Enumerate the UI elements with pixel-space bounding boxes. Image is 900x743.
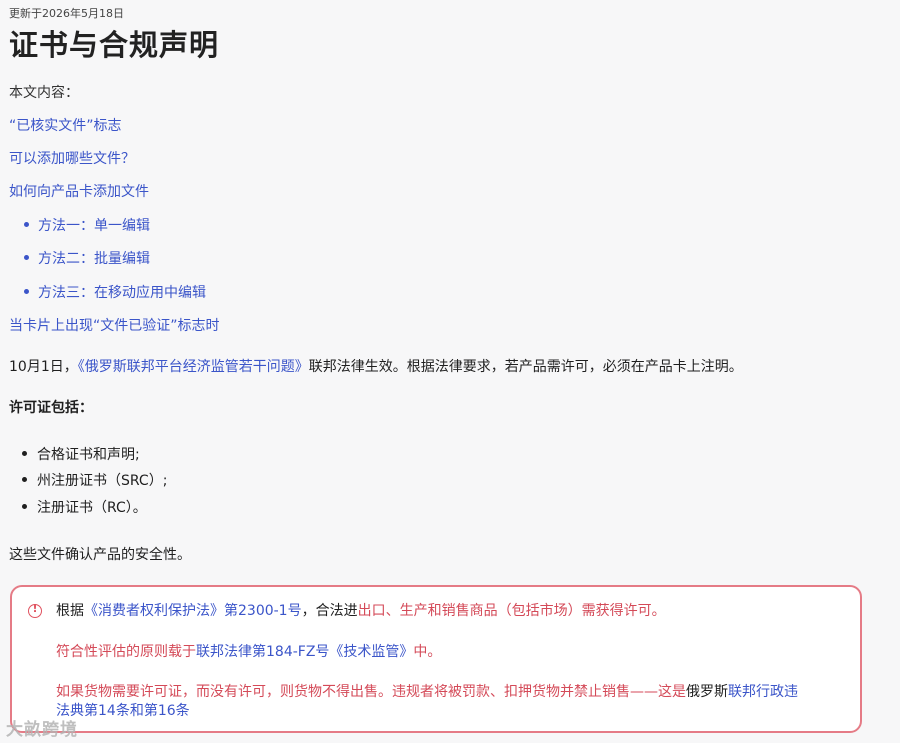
toc-link-verified-badge[interactable]: “已核实文件”标志 <box>9 115 122 135</box>
bullet-dot <box>22 503 27 509</box>
toc-sub-method-1[interactable]: 方法一：单一编辑 <box>24 215 150 235</box>
warning-notice: 根据《消费者权利保护法》第2300-1号，合法进出口、生产和销售商品（包括市场）… <box>10 585 862 733</box>
toc-sub-label: 方法三：在移动应用中编辑 <box>38 285 206 301</box>
toc-heading: 本文内容： <box>9 85 79 101</box>
bullet-dot <box>24 221 29 227</box>
license-label: 州注册证书（SRC）; <box>37 473 168 489</box>
notice-text: 俄罗斯 <box>686 684 728 700</box>
intro-suffix: 联邦法律生效。根据法律要求，若产品需许可，必须在产品卡上注明。 <box>308 359 743 375</box>
page: 更新于2026年5月18日 证书与合规声明 本文内容： “已核实文件”标志 可以… <box>0 0 900 743</box>
toc-sub-method-2[interactable]: 方法二：批量编辑 <box>24 248 150 268</box>
notice-line-2: 符合性评估的原则载于联邦法律第184-FZ号《技术监管》中。 <box>56 643 441 662</box>
safety-note: 这些文件确认产品的安全性。 <box>9 547 191 563</box>
toc-link-verified-appears[interactable]: 当卡片上出现“文件已验证”标志时 <box>9 315 220 335</box>
notice-text: 中。 <box>413 644 442 660</box>
watermark-logo: 大畝跨境 <box>6 720 78 740</box>
consumer-law-link[interactable]: 《消费者权利保护法》第2300-1号 <box>84 603 302 619</box>
warning-icon <box>28 602 42 618</box>
notice-text: 出口、生产和销售商品（包括市场）需获得许可。 <box>357 603 666 619</box>
intro-law-link[interactable]: 《俄罗斯联邦平台经济监管若干问题》 <box>78 359 309 375</box>
notice-text: 如果货物需要许可证，而没有许可，则货物不得出售。违规者将被罚款、扣押货物并禁止销… <box>56 684 686 700</box>
bullet-dot <box>24 288 29 294</box>
toc-link-how-to-add[interactable]: 如何向产品卡添加文件 <box>9 181 149 201</box>
notice-line-3: 如果货物需要许可证，而没有许可，则货物不得出售。违规者将被罚款、扣押货物并禁止销… <box>56 683 846 721</box>
toc-sub-label: 方法二：批量编辑 <box>38 251 150 267</box>
intro-paragraph: 10月1日，《俄罗斯联邦平台经济监管若干问题》联邦法律生效。根据法律要求，若产品… <box>9 356 743 376</box>
bullet-dot <box>24 254 29 260</box>
intro-prefix: 10月1日， <box>9 359 78 375</box>
notice-text: 符合性评估的原则载于 <box>56 644 196 660</box>
tech-regulation-link[interactable]: 联邦法律第184-FZ号《技术监管》 <box>196 644 413 660</box>
notice-text: 根据 <box>56 603 84 619</box>
licenses-heading: 许可证包括： <box>9 400 93 416</box>
license-label: 注册证书（RC）。 <box>37 500 147 516</box>
notice-text: ，合法进 <box>301 603 358 619</box>
page-title: 证书与合规声明 <box>9 28 220 62</box>
toc-sub-method-3[interactable]: 方法三：在移动应用中编辑 <box>24 282 206 302</box>
license-item: 州注册证书（SRC）; <box>22 470 167 490</box>
admin-code-link[interactable]: 联邦行政违 <box>728 684 798 700</box>
notice-line-1: 根据《消费者权利保护法》第2300-1号，合法进出口、生产和销售商品（包括市场）… <box>56 602 666 621</box>
license-item: 注册证书（RC）。 <box>22 497 147 517</box>
updated-date: 更新于2026年5月18日 <box>9 7 124 20</box>
license-label: 合格证书和声明; <box>37 447 140 463</box>
bullet-dot <box>22 476 27 482</box>
license-item: 合格证书和声明; <box>22 444 140 464</box>
toc-sub-label: 方法一：单一编辑 <box>38 218 150 234</box>
toc-link-which-files[interactable]: 可以添加哪些文件？ <box>9 148 135 168</box>
bullet-dot <box>22 450 27 456</box>
